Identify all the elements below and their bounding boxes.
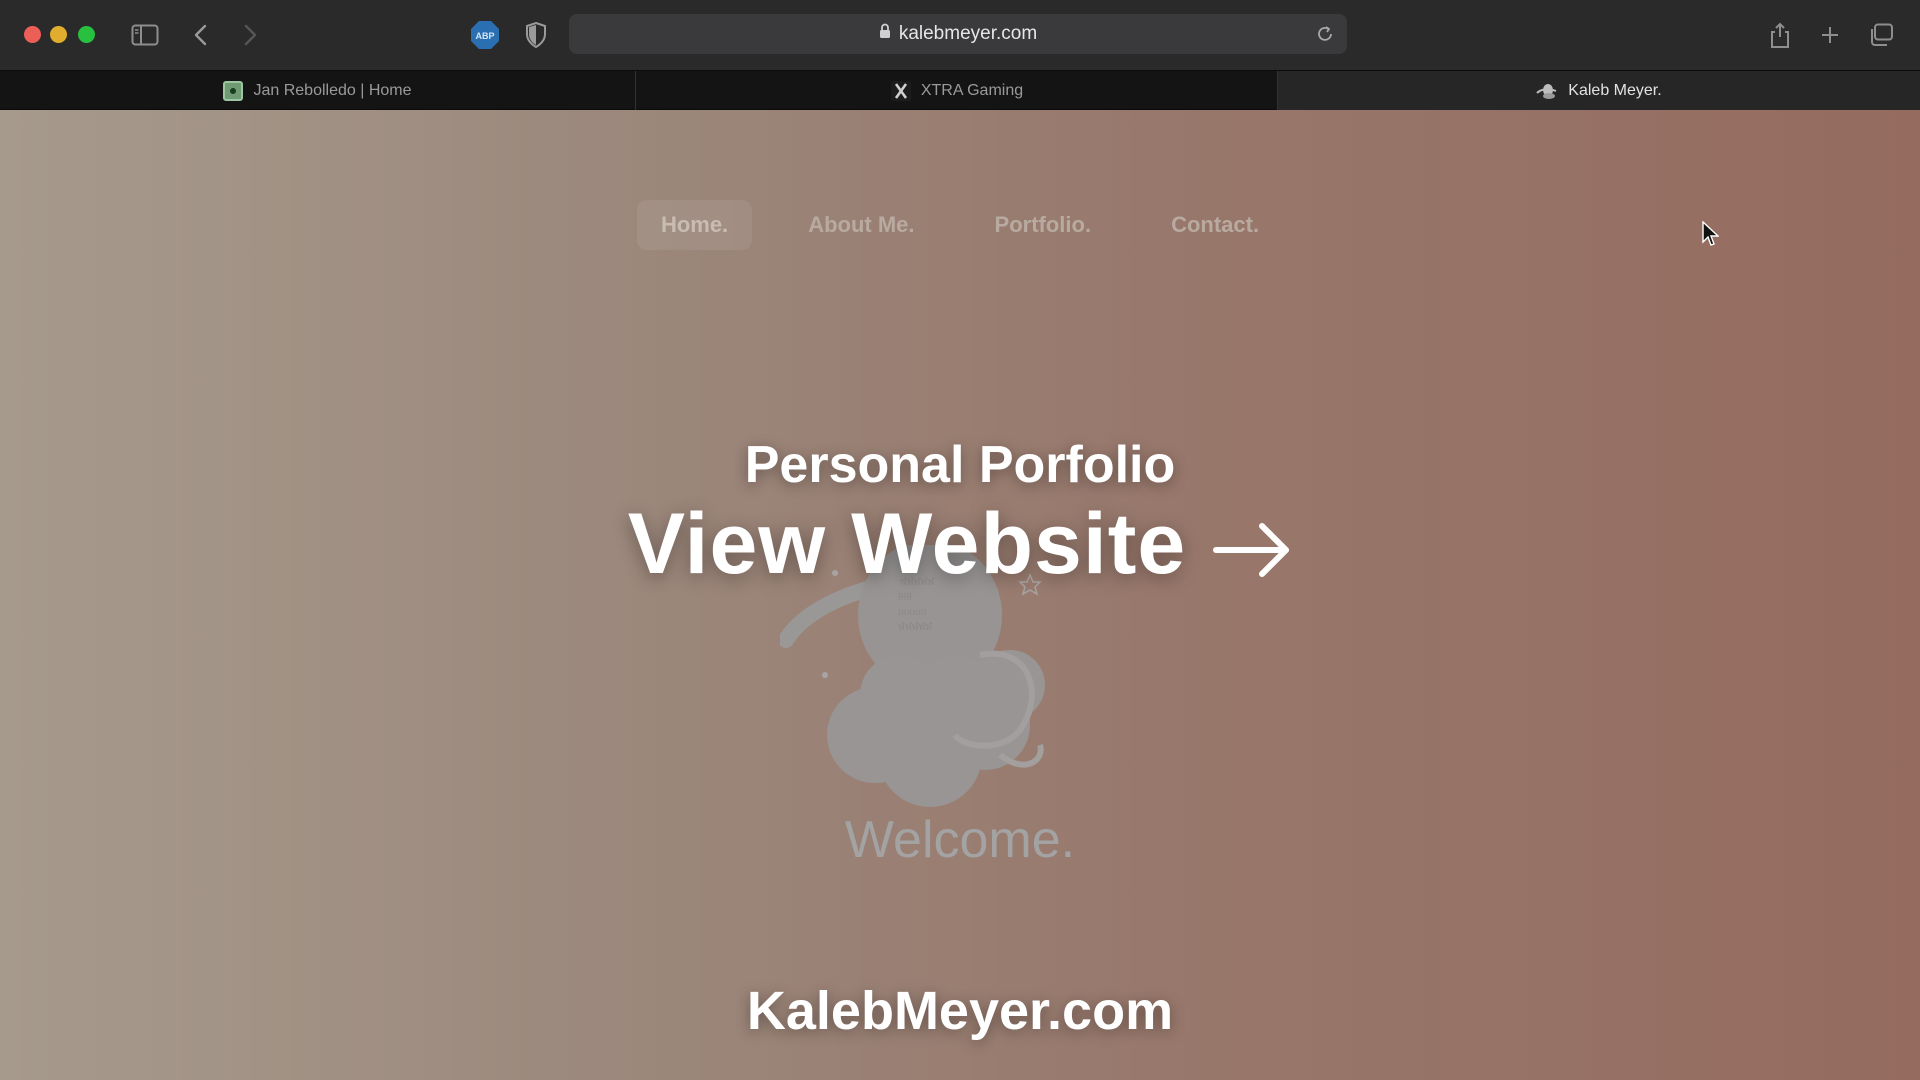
nav-about-link[interactable]: About Me. <box>784 200 938 250</box>
x-favicon-icon <box>890 80 911 101</box>
tab-overview-icon[interactable] <box>1866 20 1896 50</box>
overlay-subtitle: Personal Porfolio <box>744 436 1176 494</box>
astronaut-favicon-icon <box>1536 82 1558 100</box>
forward-icon[interactable] <box>235 20 265 50</box>
new-tab-icon[interactable] <box>1815 20 1845 50</box>
nav-home-link[interactable]: Home. <box>636 200 753 250</box>
window-zoom-button[interactable] <box>78 26 95 43</box>
arrow-right-icon <box>1213 522 1290 577</box>
abp-label: ABP <box>475 31 494 41</box>
back-icon[interactable] <box>186 20 216 50</box>
window-minimize-button[interactable] <box>50 26 67 43</box>
lock-icon <box>879 23 891 45</box>
shield-icon[interactable] <box>521 20 551 50</box>
address-url: kalebmeyer.com <box>898 23 1038 44</box>
tab-kaleb-meyer[interactable]: Kaleb Meyer. <box>1278 71 1920 111</box>
tab-title: XTRA Gaming <box>920 81 1024 99</box>
tab-title: Jan Rebolledo | Home <box>253 81 412 99</box>
page-content: Home. About Me. Portfolio. Contact. ฬฬฬฬ… <box>0 110 1920 1080</box>
tab-title: Kaleb Meyer. <box>1568 82 1662 99</box>
tab-xtra-gaming[interactable]: XTRA Gaming <box>637 71 1278 110</box>
nav-portfolio-link[interactable]: Portfolio. <box>971 200 1116 250</box>
svg-text:ฬฬฬฬฬ: ฬฬฬฬฬ <box>898 621 933 633</box>
reload-icon[interactable] <box>1313 22 1337 46</box>
tab-jan-rebolledo[interactable]: Jan Rebolledo | Home <box>0 71 636 110</box>
overlay-url: KalebMeyer.com <box>746 981 1174 1041</box>
window-close-button[interactable] <box>24 26 41 43</box>
site-nav: Home. About Me. Portfolio. Contact. <box>0 200 1920 250</box>
tab-bar: Jan Rebolledo | Home XTRA Gaming Kaleb M… <box>0 70 1920 111</box>
nav-contact-link[interactable]: Contact. <box>1147 200 1283 250</box>
view-website-label: View Website <box>627 496 1187 592</box>
abp-icon[interactable]: ABP <box>470 20 500 50</box>
browser-toolbar: ABP kalebmeyer.com <box>0 0 1920 70</box>
address-bar[interactable]: kalebmeyer.com <box>569 14 1347 54</box>
svg-text:ʊʊʊʊʊ: ʊʊʊʊʊ <box>898 607 927 618</box>
overlay-cta[interactable]: View Website <box>0 495 1920 594</box>
green-camera-favicon-icon <box>223 80 244 101</box>
share-icon[interactable] <box>1765 20 1795 50</box>
sidebar-icon[interactable] <box>130 20 160 50</box>
welcome-heading: Welcome. <box>844 811 1076 869</box>
mouse-cursor-icon <box>1702 221 1719 246</box>
